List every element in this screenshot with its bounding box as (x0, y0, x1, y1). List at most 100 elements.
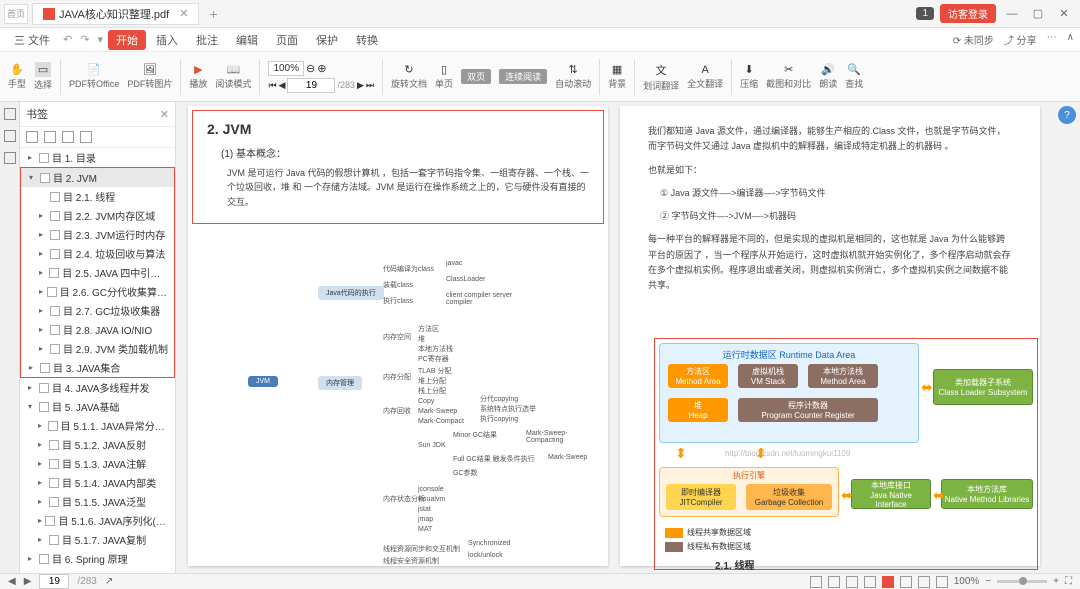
bookmark-item[interactable]: ▸目 5.1.4. JAVA内部类 (20, 473, 175, 492)
share-button[interactable]: ⤴ 分享 (1004, 32, 1037, 47)
zoom-in-icon[interactable]: ⊕ (317, 62, 326, 75)
sb-view-3[interactable] (846, 576, 858, 588)
menu-annotate[interactable]: 批注 (188, 30, 226, 50)
full-translate[interactable]: A全文翻译 (687, 64, 723, 90)
more-icon[interactable]: ⋯ (1047, 32, 1057, 47)
bookmark-item[interactable]: ▸目 4. JAVA多线程并发 (20, 378, 175, 397)
file-menu[interactable]: 三 文件 (6, 30, 58, 50)
menu-convert[interactable]: 转换 (348, 30, 386, 50)
zoom-select[interactable]: 100% (268, 61, 304, 76)
bookmark-item[interactable]: ▸目 2.9. JVM 类加载机制 (21, 339, 174, 358)
notification-badge[interactable]: 1 (916, 7, 934, 20)
read-aloud[interactable]: 🔊朗读 (819, 63, 837, 90)
home-tab[interactable]: 首页 (4, 4, 28, 24)
bookmark-item[interactable]: ▸目 2.3. JVM运行时内存 (21, 225, 174, 244)
bookmark-item[interactable]: ▸目 2.6. GC分代收集算法 VS 分区收集算法 (21, 282, 174, 301)
find-tool[interactable]: 🔍查找 (845, 63, 863, 90)
close-tab-icon[interactable]: ✕ (179, 7, 188, 20)
bookmark-item[interactable]: ▸目 5.1.2. JAVA反射 (20, 435, 175, 454)
read-mode[interactable]: 📖阅读模式 (215, 63, 251, 90)
close-button[interactable]: ✕ (1054, 7, 1074, 20)
maximize-button[interactable]: ▢ (1028, 7, 1048, 20)
auto-scroll[interactable]: ⇅自动滚动 (555, 63, 591, 90)
bookmark-item[interactable]: ▸目 2.8. JAVA IO/NIO (21, 320, 174, 339)
sb-view-4[interactable] (864, 576, 876, 588)
bookmark-item[interactable]: ▸目 2.5. JAVA 四中引用类型 (21, 263, 174, 282)
sb-zoom-in[interactable]: + (1053, 576, 1059, 587)
bookmark-item[interactable]: ▸目 2.2. JVM内存区域 (21, 206, 174, 225)
single-page[interactable]: ▯单页 (435, 63, 453, 90)
sb-view-2[interactable] (828, 576, 840, 588)
bookmark-item[interactable]: ▸目 5.1.3. JAVA注解 (20, 454, 175, 473)
menu-page[interactable]: 页面 (268, 30, 306, 50)
bookmark-item[interactable]: 目 2.1. 线程 (21, 187, 174, 206)
undo-icon[interactable]: ↶ (60, 33, 75, 46)
sb-view-7[interactable] (918, 576, 930, 588)
background-tool[interactable]: ▦背景 (608, 63, 626, 90)
collapse-icon[interactable]: ∧ (1067, 32, 1074, 47)
redo-icon[interactable]: ↷ (77, 33, 92, 46)
sb-jump-icon[interactable]: ↗ (105, 576, 113, 587)
sb-zoom[interactable]: 100% (954, 576, 980, 587)
continuous-read[interactable]: 连续阅读 (499, 69, 547, 84)
sync-status[interactable]: ⟳ 未同步 (953, 32, 994, 47)
zoom-out-icon[interactable]: ⊖ (306, 62, 315, 75)
rotate-tool[interactable]: ↻旋转文档 (391, 63, 427, 90)
hand-tool[interactable]: ✋手型 (8, 63, 26, 90)
menu-insert[interactable]: 插入 (148, 30, 186, 50)
select-tool[interactable]: ▭选择 (34, 62, 52, 91)
dropdown-icon[interactable]: ▾ (95, 33, 107, 46)
bookmark-item[interactable]: ▸目 7. 微服务 (20, 568, 175, 573)
bookmark-item[interactable]: ▸目 5.1.5. JAVA泛型 (20, 492, 175, 511)
first-page-icon[interactable]: ⏮ (268, 80, 276, 91)
next-page-icon[interactable]: ▶ (357, 80, 364, 91)
last-page-icon[interactable]: ⏭ (366, 80, 374, 91)
minimize-button[interactable]: — (1002, 8, 1022, 20)
word-translate[interactable]: 文划词翻译 (643, 62, 679, 92)
bookmark-item[interactable]: ▾目 5. JAVA基础 (20, 397, 175, 416)
pdf-to-office[interactable]: 📄PDF转Office (69, 63, 119, 90)
bookmark-item[interactable]: ▾目 2. JVM (21, 168, 174, 187)
document-viewport[interactable]: 2. JVM (1) 基本概念： JVM 是可运行 Java 代码的假想计算机 … (176, 102, 1080, 573)
sidebar-close-icon[interactable]: ✕ (160, 108, 169, 121)
bookmark-item[interactable]: ▸目 2.4. 垃圾回收与算法 (21, 244, 174, 263)
sidebar-tool-4[interactable] (80, 131, 92, 143)
sb-prev-icon[interactable]: ◀ (8, 576, 16, 587)
bookmark-item[interactable]: ▸目 1. 目录 (20, 148, 175, 167)
bookmark-item[interactable]: ▸目 5.1.1. JAVA异常分类及处理 (20, 416, 175, 435)
bookmark-item[interactable]: ▸目 5.1.7. JAVA复制 (20, 530, 175, 549)
sb-view-8[interactable] (936, 576, 948, 588)
login-button[interactable]: 访客登录 (940, 4, 996, 23)
attachment-rail-icon[interactable] (4, 152, 16, 164)
add-tab-button[interactable]: + (209, 6, 217, 22)
play-tool[interactable]: ▶播放 (189, 63, 207, 90)
sb-view-1[interactable] (810, 576, 822, 588)
bookmark-item[interactable]: ▸目 2.7. GC垃圾收集器 (21, 301, 174, 320)
sb-view-6[interactable] (900, 576, 912, 588)
menu-protect[interactable]: 保护 (308, 30, 346, 50)
menu-start[interactable]: 开始 (108, 30, 146, 50)
bookmark-rail-icon[interactable] (4, 108, 16, 120)
prev-page-icon[interactable]: ◀ (279, 80, 286, 91)
page-input[interactable] (287, 78, 335, 93)
sb-fullscreen[interactable]: ⛶ (1065, 576, 1072, 587)
compress-tool[interactable]: ⬇压缩 (740, 63, 758, 90)
bookmark-item[interactable]: ▸目 6. Spring 原理 (20, 549, 175, 568)
sidebar-tool-1[interactable] (26, 131, 38, 143)
sidebar-tool-3[interactable] (62, 131, 74, 143)
sb-zoom-out[interactable]: − (985, 576, 991, 587)
floating-help-icon[interactable]: ? (1058, 106, 1076, 124)
pdf-to-image[interactable]: 🖼PDF转图片 (127, 63, 172, 90)
double-page[interactable]: 双页 (461, 69, 491, 84)
sb-page-input[interactable] (39, 574, 69, 589)
file-tab[interactable]: JAVA核心知识整理.pdf ✕ (32, 3, 199, 25)
crop-tool[interactable]: ✂截图和对比 (766, 63, 811, 90)
sb-next-icon[interactable]: ▶ (24, 576, 32, 587)
menu-edit[interactable]: 编辑 (228, 30, 266, 50)
thumbnail-rail-icon[interactable] (4, 130, 16, 142)
sb-view-5[interactable] (882, 576, 894, 588)
bookmark-item[interactable]: ▸目 5.1.6. JAVA序列化(创建可复用的Java对象) (20, 511, 175, 530)
status-bar: ◀ ▶ /283 ↗ 100% − + ⛶ (0, 573, 1080, 589)
bookmark-item[interactable]: ▸目 3. JAVA集合 (21, 358, 174, 377)
sidebar-tool-2[interactable] (44, 131, 56, 143)
